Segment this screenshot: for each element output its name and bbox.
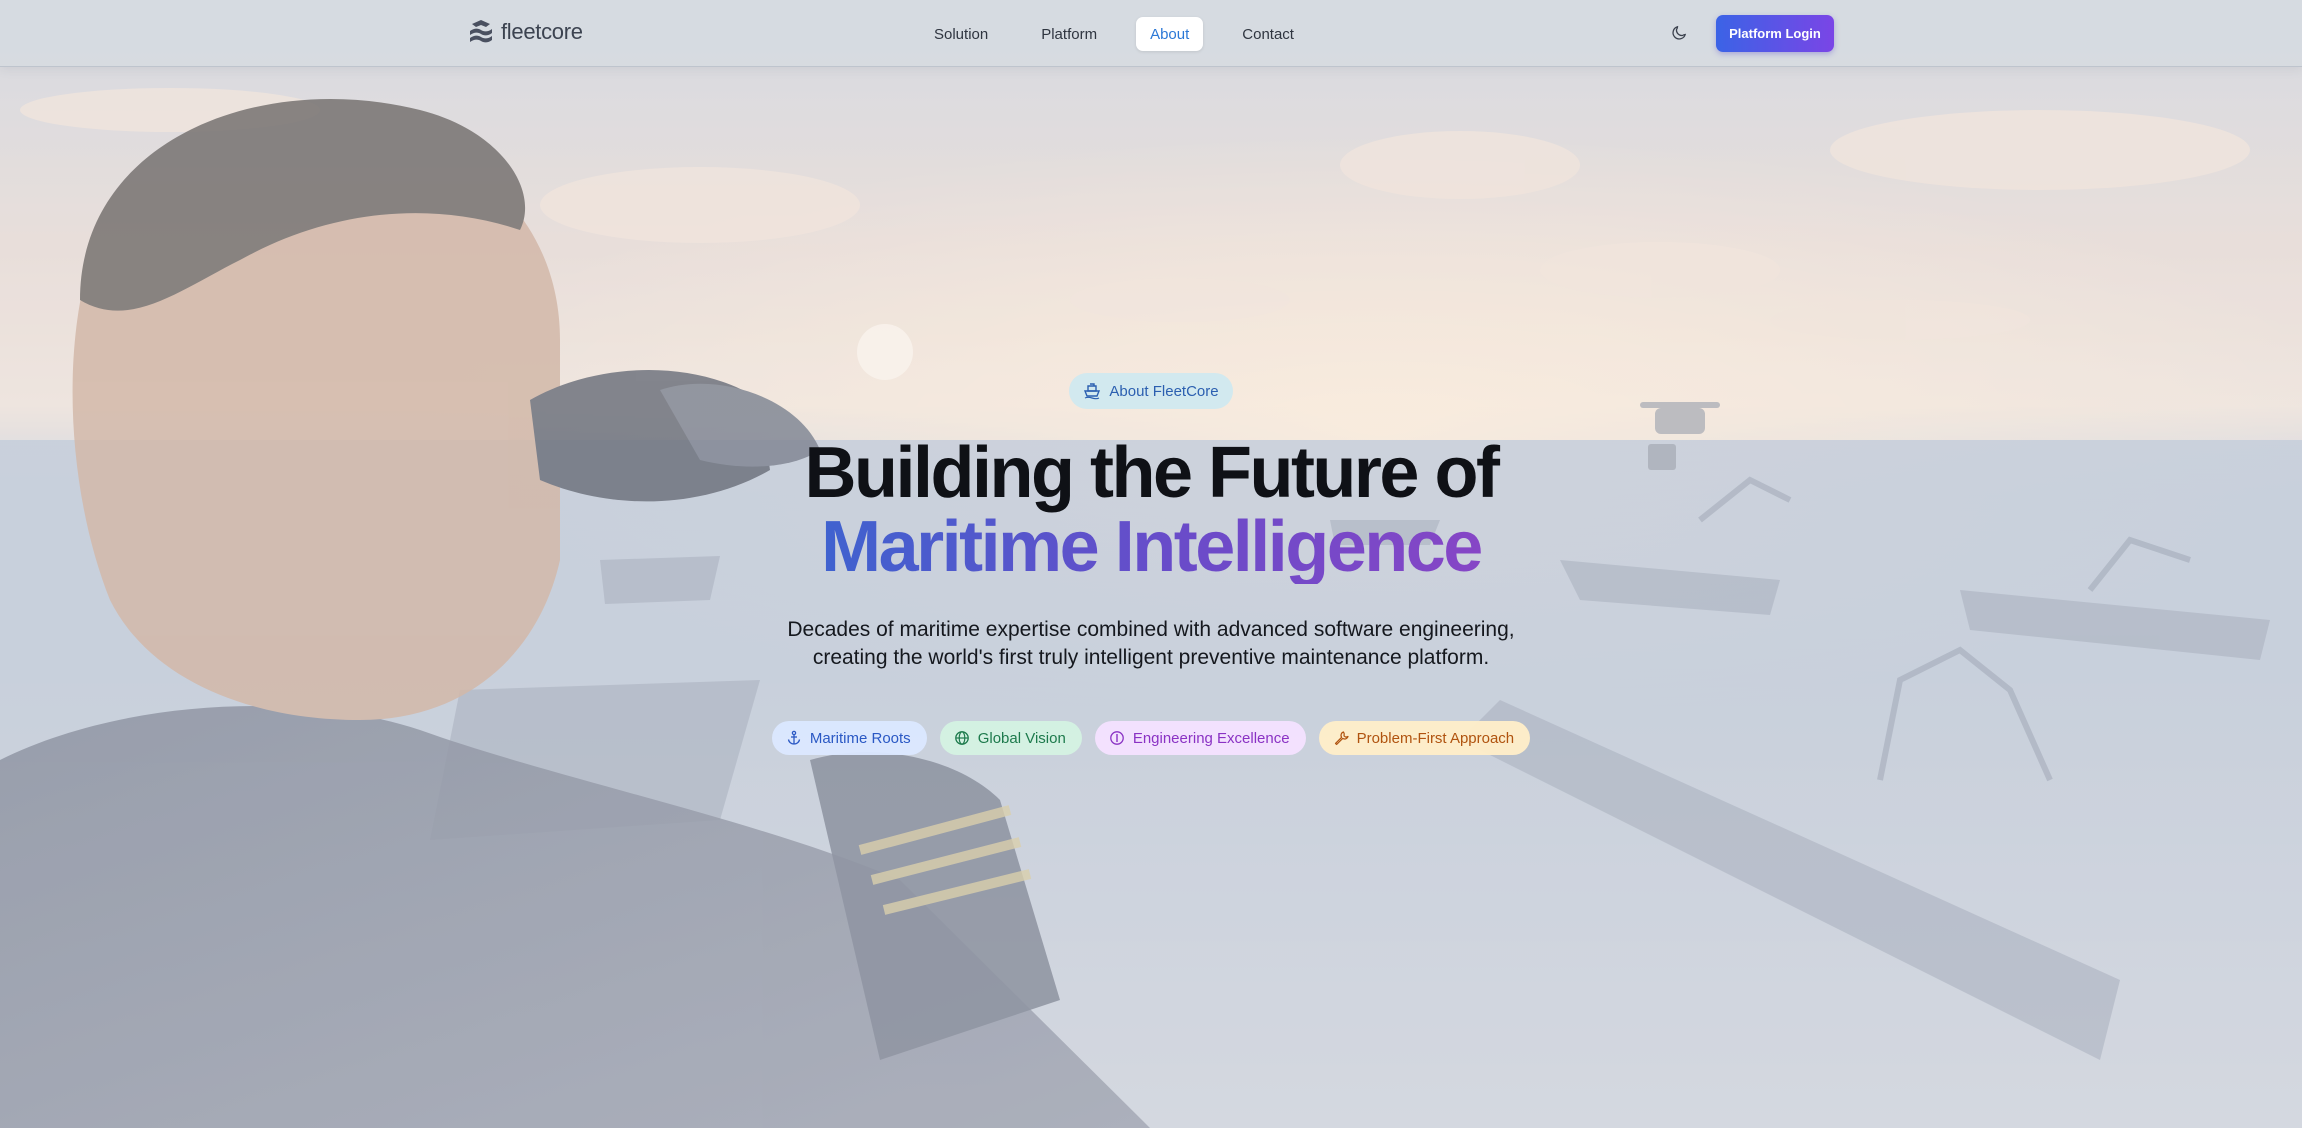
anchor-icon xyxy=(787,730,800,745)
pill-engineering-excellence: Engineering Excellence xyxy=(1094,721,1306,755)
globe-icon xyxy=(954,731,969,745)
title-line-1: Building the Future of xyxy=(804,433,1500,513)
subtitle-line-2: creating the world's first truly intelli… xyxy=(812,646,1490,669)
subtitle-line-1: Decades of maritime expertise combined w… xyxy=(787,618,1515,641)
pill-global-vision: Global Vision xyxy=(939,721,1082,755)
pill-problem-first-approach: Problem-First Approach xyxy=(1318,721,1531,755)
hero-subtitle: Decades of maritime expertise combined w… xyxy=(0,616,2302,672)
about-badge: About FleetCore xyxy=(1069,373,1233,409)
wrench-icon xyxy=(1334,731,1349,746)
page-title: Building the Future of Maritime Intellig… xyxy=(0,436,2302,584)
title-line-2-gradient: Maritime Intelligence xyxy=(821,507,1483,587)
value-pills: Maritime Roots Global Vision Engineering… xyxy=(0,721,2302,755)
badge-label: About FleetCore xyxy=(1109,382,1219,400)
ship-icon xyxy=(1084,383,1101,400)
pill-maritime-roots: Maritime Roots xyxy=(771,721,927,755)
pill-label: Maritime Roots xyxy=(809,729,911,747)
pill-label: Global Vision xyxy=(977,729,1066,747)
pill-label: Engineering Excellence xyxy=(1132,729,1290,747)
hero-section: About FleetCore Building the Future of M… xyxy=(0,0,2302,1128)
pill-label: Problem-First Approach xyxy=(1356,729,1515,747)
lightbulb-icon xyxy=(1109,731,1124,745)
